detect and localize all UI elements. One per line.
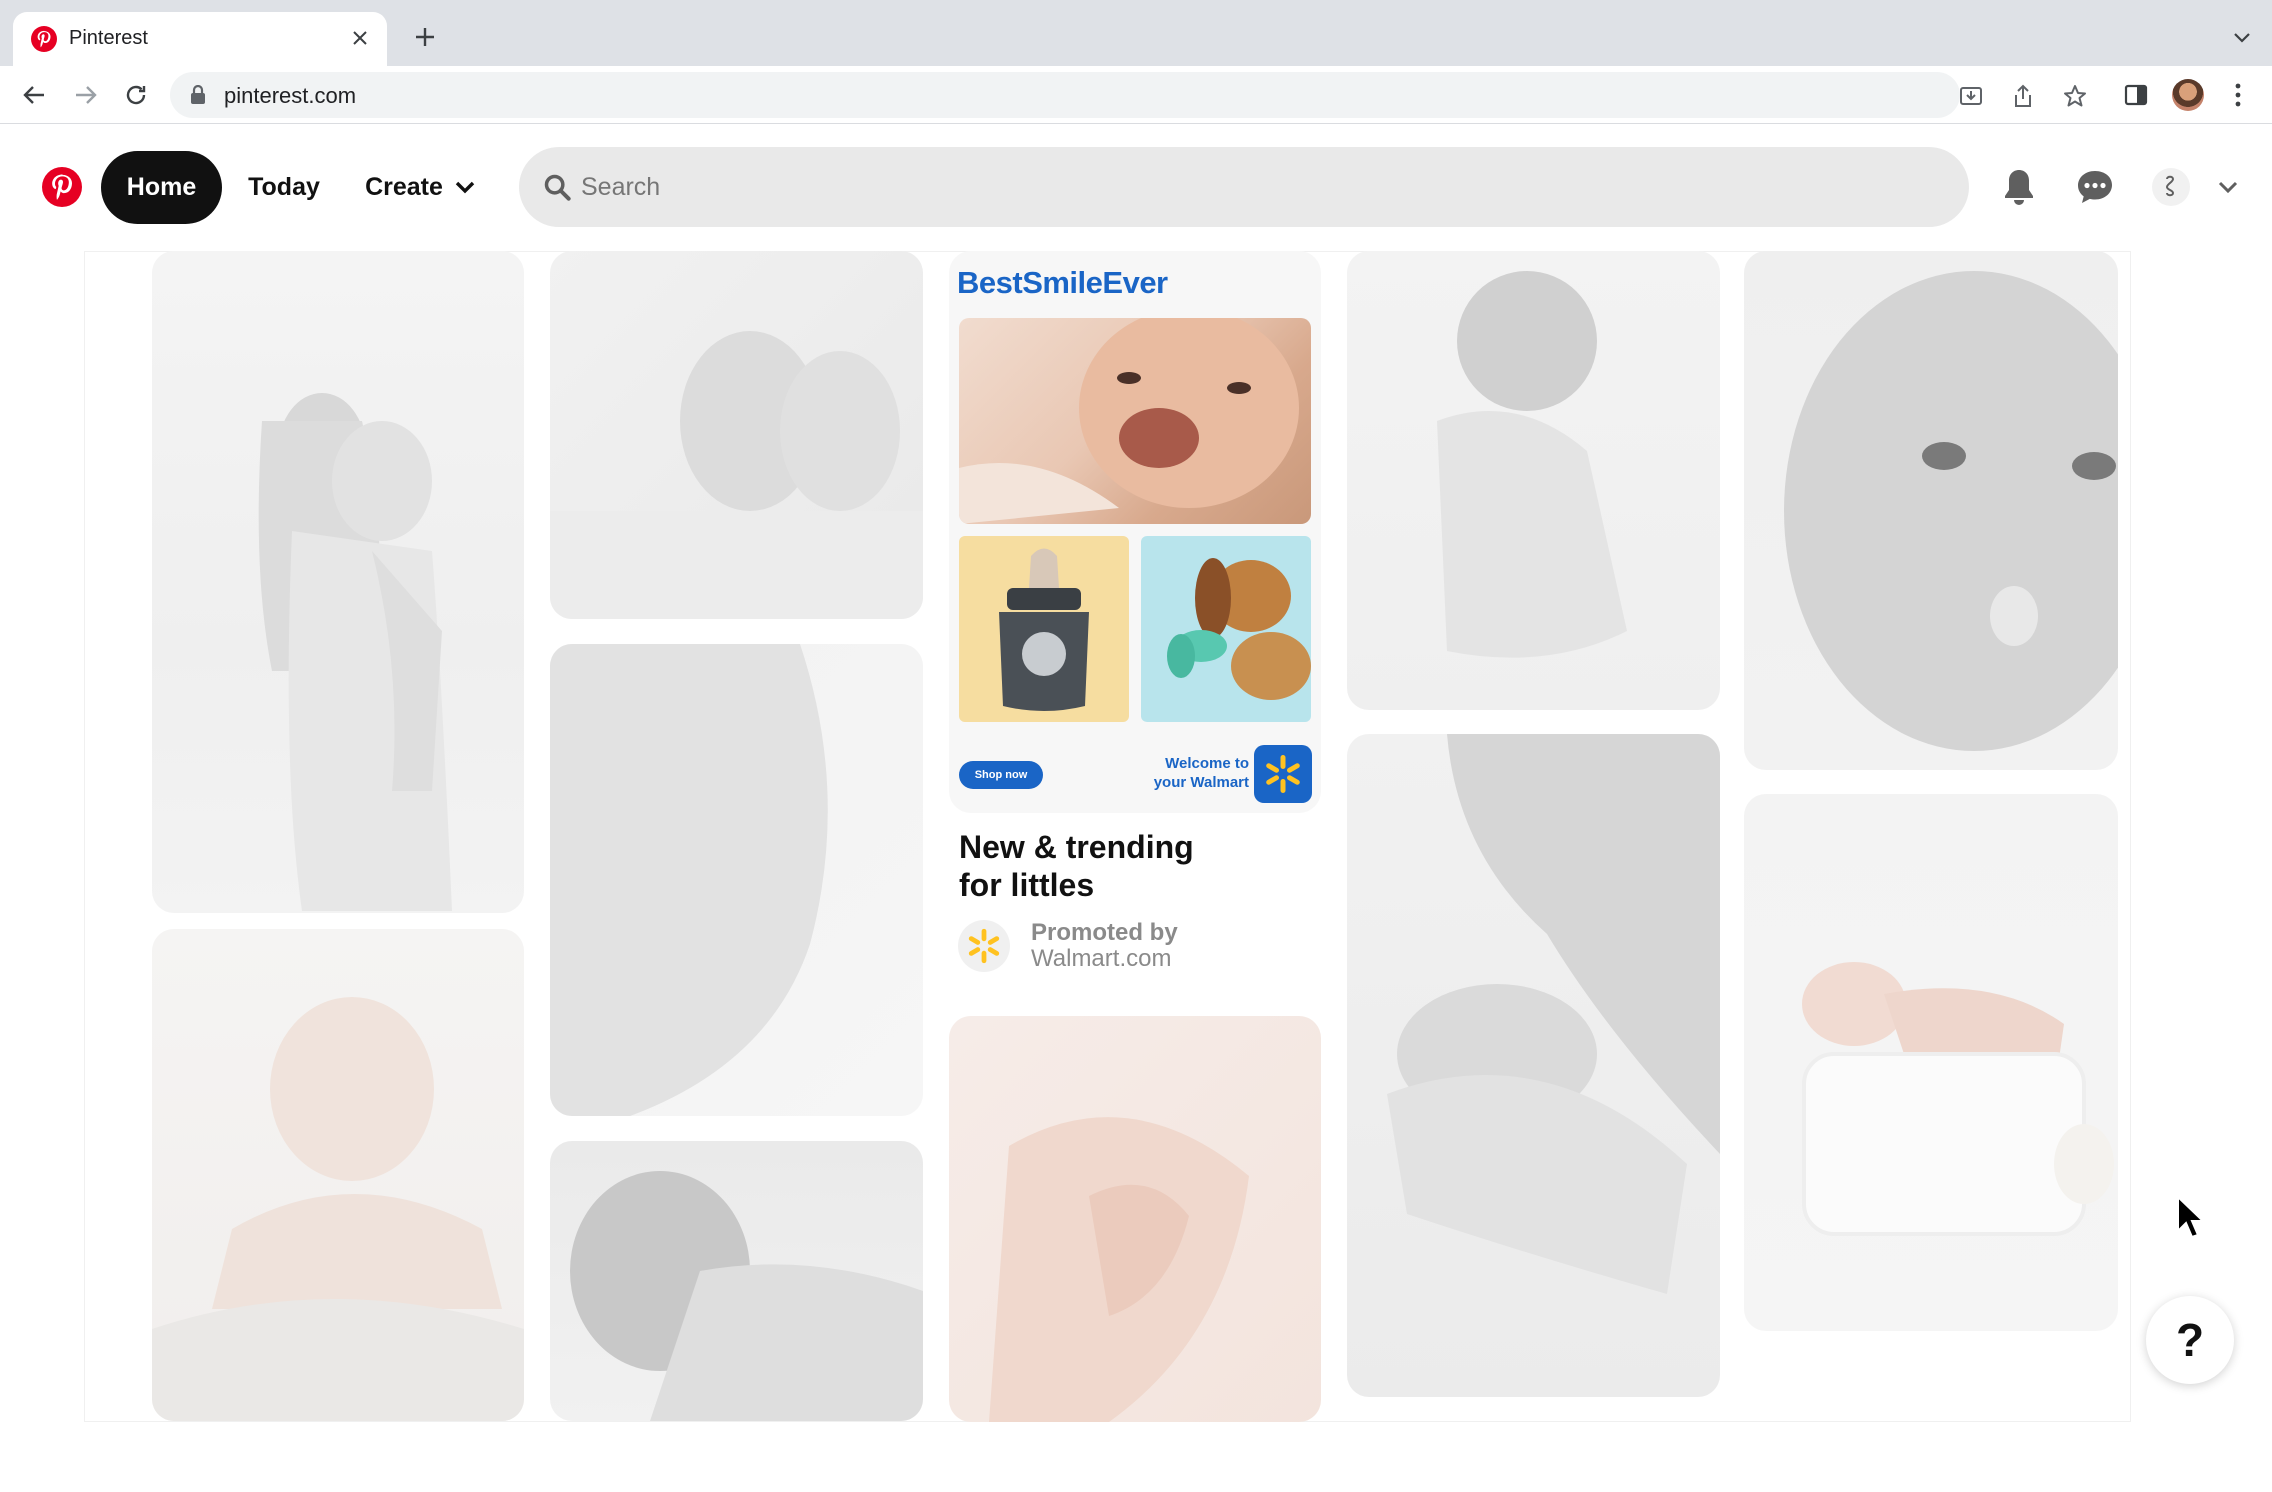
search-icon <box>544 174 571 201</box>
pin-holding-baby-hand[interactable] <box>949 1016 1321 1422</box>
pin-baby-tongue-out[interactable] <box>1744 251 2118 770</box>
tab-title: Pinterest <box>69 27 148 49</box>
messages-chat-icon[interactable] <box>2070 162 2120 212</box>
lock-icon[interactable] <box>190 85 206 105</box>
user-profile-icon[interactable] <box>2146 162 2196 212</box>
home-tab-button[interactable]: Home <box>101 151 222 224</box>
pin-image <box>1437 271 1627 658</box>
side-panel-icon[interactable] <box>2120 79 2152 111</box>
pin-father-and-newborn[interactable] <box>1347 734 1720 1397</box>
pin-mother-holding-baby[interactable] <box>152 251 524 913</box>
promo-laughing-baby-image <box>959 318 1311 524</box>
pin-baby-lying-down[interactable] <box>550 1141 923 1421</box>
forward-arrow-icon[interactable] <box>70 79 102 111</box>
tab-search-chevron-down-icon[interactable] <box>2230 26 2254 50</box>
promo-bottle-image <box>959 536 1129 722</box>
url-text[interactable]: pinterest.com <box>224 83 356 109</box>
pin-image <box>258 393 452 911</box>
mouse-pointer-icon <box>2177 1195 2206 1239</box>
pin-image <box>1784 271 2118 751</box>
pin-curly-hair-baby[interactable] <box>1347 251 1720 710</box>
pin-image <box>1802 962 2114 1236</box>
create-label: Create <box>365 173 443 201</box>
account-chevron-down-icon[interactable] <box>2203 162 2253 212</box>
pin-image <box>152 997 524 1421</box>
pin-image <box>550 644 828 1116</box>
advertiser-name: Walmart.com <box>1031 945 1172 972</box>
promoted-by-label: Promoted by <box>1031 919 1178 946</box>
close-tab-icon[interactable] <box>345 23 375 53</box>
reload-icon[interactable] <box>120 79 152 111</box>
install-app-icon[interactable] <box>1958 83 1984 109</box>
shop-now-button[interactable]: Shop now <box>959 761 1043 789</box>
search-bar[interactable] <box>519 147 1969 227</box>
welcome-line-1: Welcome to <box>1165 755 1249 772</box>
browser-tab-pinterest[interactable]: Pinterest <box>13 12 387 66</box>
pin-baby-profile[interactable] <box>550 644 923 1116</box>
browser-menu-kebab-icon[interactable] <box>2222 79 2254 111</box>
pin-sleeping-newborn-on-towels[interactable] <box>1744 794 2118 1331</box>
notifications-bell-icon[interactable] <box>1994 162 2044 212</box>
share-icon[interactable] <box>2010 83 2036 109</box>
profile-photo-icon <box>2172 79 2204 111</box>
pin-image <box>570 1171 923 1421</box>
today-tab-button[interactable]: Today <box>229 151 339 224</box>
chevron-down-icon <box>455 181 475 194</box>
pin-image <box>989 1117 1249 1422</box>
promo-title-line-1: New & trending <box>959 829 1194 865</box>
welcome-line-2: your Walmart <box>1153 774 1249 791</box>
promo-brand-text: BestSmileEver <box>957 265 1168 300</box>
advertiser-avatar[interactable] <box>958 920 1010 972</box>
pinterest-favicon-icon <box>31 26 57 52</box>
promo-title[interactable]: New & trending for littles <box>959 828 1319 904</box>
promo-plush-pacifier-image <box>1141 536 1311 722</box>
promoted-pin-card[interactable]: BestSmileEver Shop now Welcome to your W… <box>949 251 1321 813</box>
pin-baby-feet[interactable] <box>550 251 923 619</box>
search-input[interactable] <box>581 147 1941 227</box>
browser-tabstrip: Pinterest <box>0 0 2272 66</box>
pin-image <box>550 331 923 619</box>
pin-smiling-baby-on-fur[interactable] <box>152 929 524 1421</box>
pinterest-header: Home Today Create <box>0 125 2272 251</box>
promoted-by-text[interactable]: Promoted by Walmart.com <box>1031 920 1178 972</box>
help-button[interactable]: ? <box>2146 1296 2234 1384</box>
new-tab-plus-icon[interactable] <box>410 22 440 52</box>
pin-image <box>1387 734 1720 1294</box>
walmart-spark-icon <box>968 928 1000 964</box>
bookmark-star-icon[interactable] <box>2062 83 2088 109</box>
create-dropdown-button[interactable]: Create <box>350 151 490 224</box>
welcome-text: Welcome to your Walmart <box>1139 754 1249 792</box>
pinterest-logo-icon[interactable] <box>42 167 82 207</box>
back-arrow-icon[interactable] <box>18 79 50 111</box>
walmart-spark-logo-icon <box>1254 745 1312 803</box>
address-bar[interactable]: pinterest.com <box>170 72 2086 118</box>
profile-avatar[interactable] <box>2172 79 2204 111</box>
promo-title-line-2: for littles <box>959 867 1095 903</box>
browser-toolbar: pinterest.com <box>0 66 2272 124</box>
